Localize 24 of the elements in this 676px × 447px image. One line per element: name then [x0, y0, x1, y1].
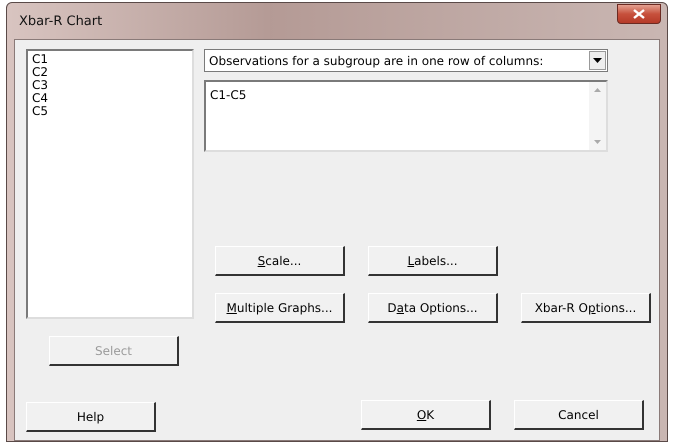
- layout-dropdown[interactable]: Observations for a subgroup are in one row of columns:: [204, 49, 608, 72]
- ok-button[interactable]: OK: [361, 400, 491, 430]
- scroll-up-icon[interactable]: [594, 88, 601, 92]
- window-title: Xbar-R Chart: [19, 14, 102, 28]
- option-button[interactable]: Data Options...: [368, 293, 498, 323]
- option-button[interactable]: Multiple Graphs...: [215, 293, 345, 323]
- variable-item[interactable]: C1: [32, 53, 188, 66]
- field-value: C1-C5: [209, 87, 248, 104]
- scroll-down-icon[interactable]: [594, 140, 601, 144]
- variable-item[interactable]: C5: [32, 105, 188, 118]
- scrollbar[interactable]: [589, 82, 606, 150]
- close-icon: [633, 9, 645, 19]
- variable-item[interactable]: C3: [32, 79, 188, 92]
- help-button[interactable]: Help: [26, 402, 156, 432]
- variable-item[interactable]: C4: [32, 92, 188, 105]
- dropdown-value: Observations for a subgroup are in one row of columns:: [209, 54, 544, 68]
- close-button[interactable]: [617, 4, 661, 24]
- variable-item[interactable]: C2: [32, 66, 188, 79]
- option-button[interactable]: Xbar-R Options...: [521, 293, 651, 323]
- option-button[interactable]: Scale...: [215, 246, 345, 276]
- columns-field[interactable]: C1-C5: [204, 80, 608, 152]
- option-button[interactable]: Labels...: [368, 246, 498, 276]
- variable-list[interactable]: C1 C2 C3 C4 C5: [26, 49, 194, 319]
- cancel-button[interactable]: Cancel: [514, 400, 644, 430]
